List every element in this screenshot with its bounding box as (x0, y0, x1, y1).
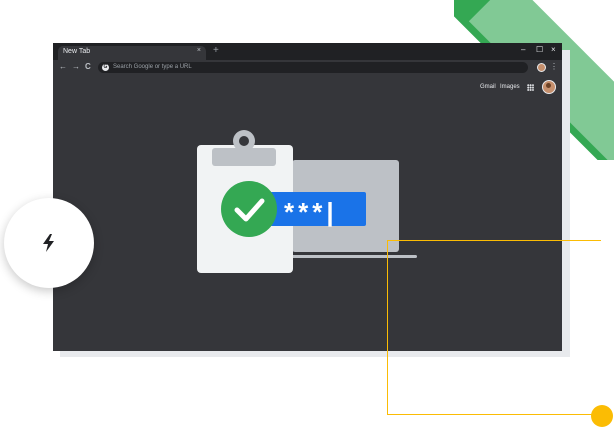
connector-line (387, 240, 601, 415)
back-icon[interactable]: ← (59, 62, 67, 72)
apps-grid-icon[interactable] (527, 84, 534, 91)
password-mask: ***| (284, 197, 338, 227)
minimize-icon[interactable]: – (521, 45, 525, 54)
google-icon: G (102, 64, 109, 71)
tab-new-tab[interactable]: New Tab × (58, 46, 206, 60)
connector-dot (591, 405, 613, 427)
close-window-icon[interactable]: × (551, 45, 556, 54)
omnibox[interactable]: G Search Google or type a URL (98, 62, 528, 73)
reload-icon[interactable]: C (85, 62, 91, 72)
toolbar: ← → C G Search Google or type a URL ⋮ (53, 60, 562, 75)
forward-icon[interactable]: → (72, 62, 80, 72)
title-bar: New Tab × + – ☐ × (53, 43, 562, 60)
clipboard-ring-hole (239, 136, 249, 146)
tab-close-icon[interactable]: × (197, 47, 201, 54)
gmail-link[interactable]: Gmail (480, 84, 496, 90)
profile-avatar[interactable] (542, 80, 556, 94)
bolt-badge (4, 198, 94, 288)
bolt-icon (43, 234, 54, 252)
omnibox-placeholder: Search Google or type a URL (113, 64, 192, 70)
menu-icon[interactable]: ⋮ (550, 62, 558, 72)
checkmark-icon (234, 198, 265, 222)
checkmark-badge (221, 181, 277, 237)
tab-title: New Tab (63, 48, 91, 55)
toolbar-profile-avatar[interactable] (537, 63, 546, 72)
new-tab-button[interactable]: + (213, 46, 219, 56)
clipboard-clip (212, 148, 276, 166)
maximize-icon[interactable]: ☐ (536, 45, 543, 54)
images-link[interactable]: Images (500, 84, 520, 90)
